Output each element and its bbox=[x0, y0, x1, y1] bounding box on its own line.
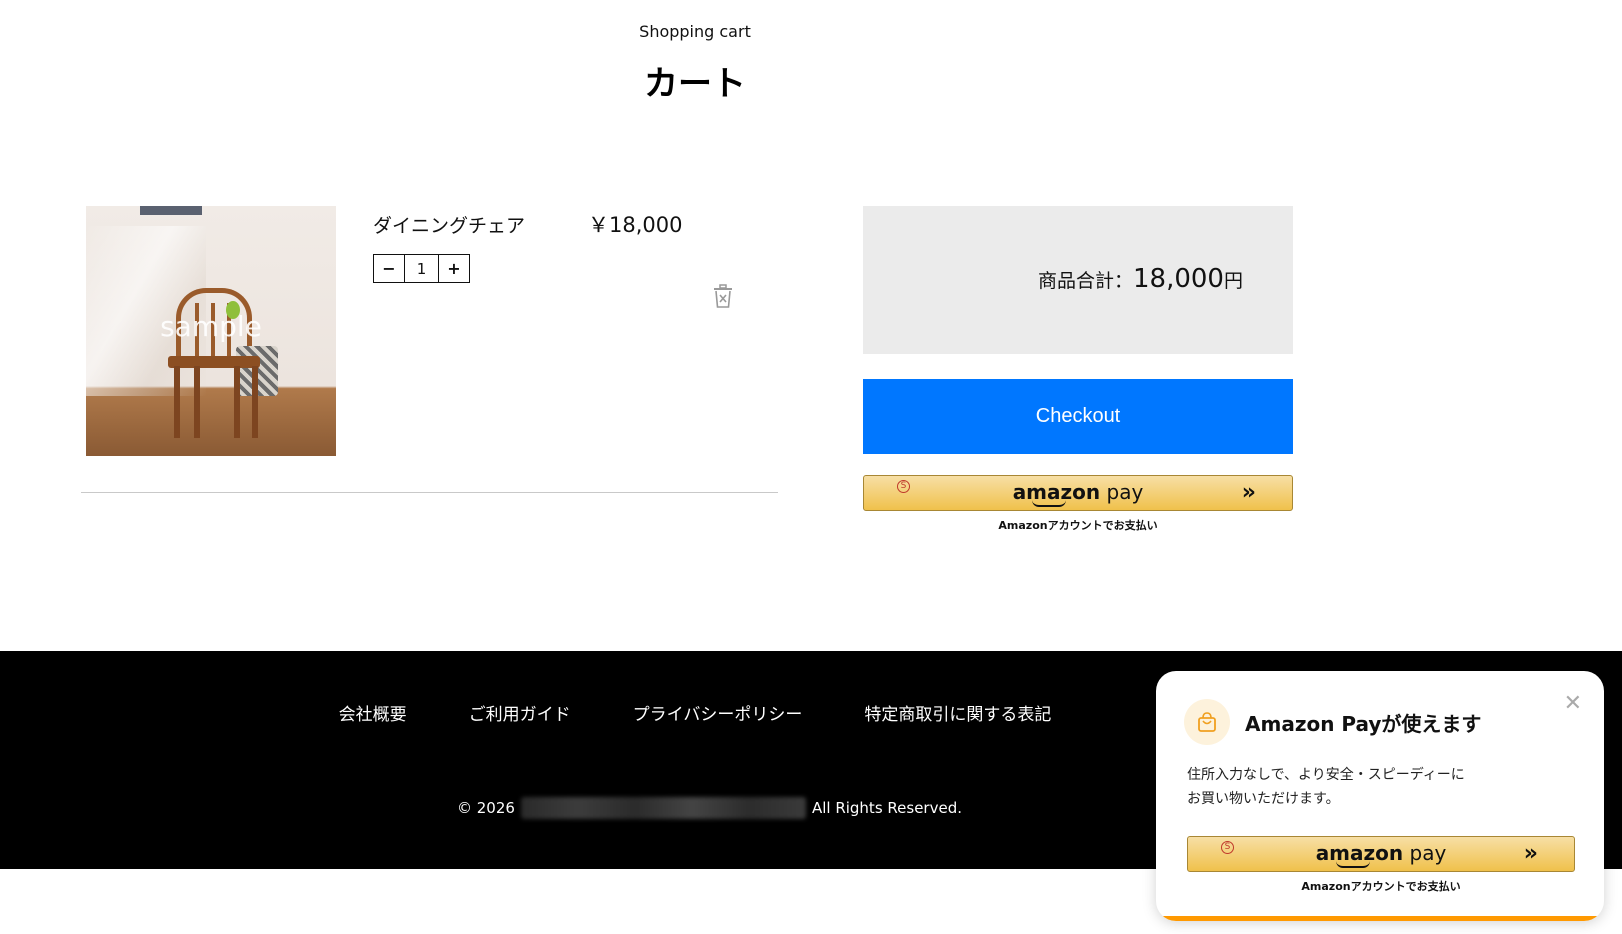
popup-amazon-pay-caption: Amazonアカウントでお支払い bbox=[1301, 880, 1461, 893]
checkout-button[interactable]: Checkout bbox=[863, 379, 1293, 454]
amazon-pay-caption: Amazonアカウントでお支払い bbox=[998, 519, 1158, 532]
popup-amazon-pay-button[interactable]: S amazon pay » bbox=[1187, 836, 1575, 872]
chair-leg bbox=[174, 366, 180, 438]
chair-leg bbox=[194, 366, 200, 438]
amazon-smile-icon bbox=[1032, 500, 1066, 507]
amazon-pay-logo: amazon pay bbox=[1012, 480, 1144, 504]
subtotal-label: 商品合計： bbox=[1037, 270, 1133, 292]
footer-link-privacy[interactable]: プライバシーポリシー bbox=[633, 700, 803, 725]
wall-frame bbox=[140, 206, 202, 215]
amazon-pay-logo: amazon pay bbox=[1315, 841, 1447, 865]
amazon-smile-icon bbox=[1336, 861, 1370, 868]
double-chevron-icon: » bbox=[1241, 480, 1256, 505]
footer-link-company[interactable]: 会社概要 bbox=[339, 700, 407, 725]
chair-leg bbox=[252, 366, 258, 438]
subtotal-amount: 18,000 bbox=[1133, 264, 1224, 294]
item-divider bbox=[81, 492, 778, 493]
sample-watermark: sample bbox=[160, 310, 262, 343]
footer-link-legal[interactable]: 特定商取引に関する表記 bbox=[864, 700, 1051, 725]
subtotal: 商品合計：18,000円 bbox=[1038, 264, 1243, 294]
page-title: カート bbox=[644, 64, 746, 104]
popup-accent-bar bbox=[1156, 916, 1604, 921]
chair-seat bbox=[168, 356, 260, 368]
chair-leg bbox=[234, 366, 240, 438]
order-summary: 商品合計：18,000円 bbox=[863, 206, 1293, 354]
double-chevron-icon: » bbox=[1523, 841, 1538, 866]
footer-link-guide[interactable]: ご利用ガイド bbox=[469, 700, 571, 725]
amazon-pay-popup: Amazon Payが使えます ✕ 住所入力なしで、より安全・スピーディーに お… bbox=[1156, 671, 1604, 921]
trash-icon[interactable] bbox=[711, 283, 735, 309]
close-icon[interactable]: ✕ bbox=[1564, 691, 1582, 716]
quantity-input[interactable]: 1 bbox=[404, 255, 439, 282]
quantity-decrement-button[interactable]: − bbox=[374, 255, 404, 282]
subtotal-currency: 円 bbox=[1223, 270, 1243, 292]
product-image[interactable]: sample bbox=[86, 206, 336, 456]
page-subtitle: Shopping cart bbox=[639, 22, 751, 41]
copyright-rights: All Rights Reserved. bbox=[811, 799, 962, 817]
copyright: © 2026 All Rights Reserved. bbox=[457, 797, 962, 819]
item-price: ￥18,000 bbox=[588, 213, 683, 237]
shopping-bag-icon bbox=[1184, 699, 1230, 745]
quantity-increment-button[interactable]: + bbox=[439, 255, 469, 282]
item-name[interactable]: ダイニングチェア bbox=[373, 211, 525, 238]
popup-description: 住所入力なしで、より安全・スピーディーに お買い物いただけます。 bbox=[1187, 767, 1465, 807]
popup-heading: Amazon Payが使えます bbox=[1245, 712, 1482, 736]
redacted-company-name bbox=[520, 797, 806, 819]
copyright-year: © 2026 bbox=[457, 799, 515, 817]
quantity-stepper: − 1 + bbox=[373, 254, 470, 283]
amazon-pay-button[interactable]: S amazon pay » bbox=[863, 475, 1293, 511]
